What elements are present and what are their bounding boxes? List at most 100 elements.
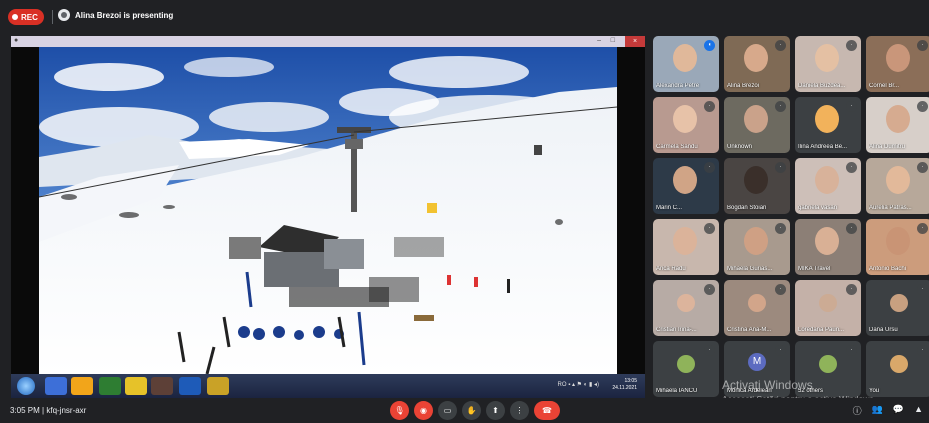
participant-name: Mihaela Gurias... bbox=[727, 266, 773, 272]
rec-label: REC bbox=[21, 12, 38, 22]
chat-icon: 💬 bbox=[892, 404, 905, 414]
more-options-button[interactable]: ⋮ bbox=[510, 401, 529, 420]
mic-muted-icon: · bbox=[917, 223, 928, 234]
participant-name: Ilina Andreea Be... bbox=[798, 144, 848, 150]
participant-tile[interactable]: · Marin C... bbox=[653, 158, 719, 214]
mic-muted-icon: · bbox=[775, 345, 786, 356]
participant-tile[interactable]: · Cornel Br... bbox=[866, 36, 929, 92]
participant-video bbox=[886, 166, 910, 194]
meeting-details[interactable]: 3:05 PM | kfq-jnsr-axr bbox=[10, 406, 86, 415]
shared-window-titlebar: ● – □ × bbox=[11, 36, 645, 47]
microphone-button[interactable]: 🎙 bbox=[390, 401, 409, 420]
presenter-avatar-icon bbox=[58, 9, 70, 21]
participant-tile[interactable]: · Cristina Ana-M... bbox=[724, 280, 790, 336]
leave-call-button[interactable]: ☎ bbox=[534, 401, 560, 420]
participant-name: Alina Dumitru bbox=[869, 144, 906, 150]
participant-grid: ◖ Alexandra Petre · Alina Brezoi · Daniela Bu… bbox=[651, 36, 929, 398]
participant-video bbox=[815, 227, 839, 255]
participant-tile[interactable]: · Loredana Paun... bbox=[795, 280, 861, 336]
participant-tile[interactable]: · Alina Brezoi bbox=[724, 36, 790, 92]
divider-text: | bbox=[42, 406, 45, 415]
mic-muted-icon: · bbox=[917, 284, 928, 295]
chat-button[interactable]: 💬 bbox=[893, 404, 904, 417]
participant-video bbox=[744, 166, 768, 194]
meeting-time: 3:05 PM bbox=[10, 406, 40, 415]
present-button[interactable]: ⬆ bbox=[486, 401, 505, 420]
participant-tile[interactable]: · gabriela vasan bbox=[795, 158, 861, 214]
meet-window: REC Alina Brezoi is presenting ● – □ × R… bbox=[0, 0, 929, 423]
participant-tile[interactable]: · Anca Radu bbox=[653, 219, 719, 275]
participant-name: Alexandra Petre bbox=[656, 83, 700, 89]
participant-tile[interactable]: · Antonio Bachi bbox=[866, 219, 929, 275]
participant-name: Carmela Sandu bbox=[656, 144, 698, 150]
hang-up-icon: ☎ bbox=[542, 406, 552, 415]
participant-video bbox=[673, 44, 697, 72]
clock-date: 24.11.2021 bbox=[612, 385, 637, 391]
camera-button[interactable]: ◉ bbox=[414, 401, 433, 420]
participant-name: Unknown bbox=[727, 144, 753, 150]
participant-tile[interactable]: · Daniela Buzdea... bbox=[795, 36, 861, 92]
participant-name: Aurelia Patras... bbox=[869, 205, 912, 211]
avatar bbox=[890, 355, 908, 373]
mic-muted-icon: · bbox=[846, 162, 857, 173]
call-controls: 🎙 ◉ ▭ ✋ ⬆ ⋮ ☎ bbox=[390, 401, 560, 420]
participant-name: Mihaela IANCU bbox=[656, 388, 698, 394]
participant-tile[interactable]: · Dana Ursu bbox=[866, 280, 929, 336]
mic-muted-icon: · bbox=[917, 101, 928, 112]
participant-tile[interactable]: · Bogdan Stoian bbox=[724, 158, 790, 214]
folder-icon bbox=[151, 377, 173, 395]
participant-name: Bogdan Stoian bbox=[727, 205, 767, 211]
mic-muted-icon: · bbox=[704, 345, 715, 356]
present-icon: ⬆ bbox=[492, 406, 499, 415]
participant-name: Cristian Irina-... bbox=[656, 327, 697, 333]
system-tray-icons: RO ▪ ▴ ⚑ ◐ ▮ ◂) bbox=[558, 381, 599, 388]
avatar bbox=[819, 355, 837, 373]
ski-slope-photo bbox=[39, 47, 617, 374]
mic-muted-icon: · bbox=[917, 345, 928, 356]
participant-tile[interactable]: · Mihaela Gurias... bbox=[724, 219, 790, 275]
participant-name: Antonio Bachi bbox=[869, 266, 907, 272]
shared-screen[interactable]: ● – □ × RO ▪ ▴ ⚑ ◐ ▮ ◂) 13:05 24.11.2021 bbox=[11, 36, 645, 398]
participant-tile[interactable]: · Aurelia Patras... bbox=[866, 158, 929, 214]
bottom-bar: 3:05 PM | kfq-jnsr-axr 🎙 ◉ ▭ ✋ ⬆ ⋮ ☎ ⓘ 👥… bbox=[0, 398, 929, 423]
more-vert-icon: ⋮ bbox=[515, 406, 524, 415]
hand-icon: ✋ bbox=[466, 406, 477, 415]
word-icon bbox=[179, 377, 201, 395]
participant-video bbox=[673, 166, 697, 194]
participant-tile[interactable]: ◖ Alexandra Petre bbox=[653, 36, 719, 92]
meeting-info-button[interactable]: ⓘ bbox=[853, 404, 862, 417]
participant-tile[interactable]: · Ilina Andreea Be... bbox=[795, 97, 861, 153]
avatar bbox=[890, 294, 908, 312]
participant-video bbox=[815, 44, 839, 72]
watermark-title: Activați Windows bbox=[722, 378, 813, 392]
people-icon: 👥 bbox=[871, 404, 883, 414]
mic-muted-icon: · bbox=[917, 40, 928, 51]
side-controls: ⓘ 👥 💬 ▲ bbox=[853, 404, 923, 417]
mic-muted-icon: · bbox=[704, 162, 715, 173]
activities-icon: ▲ bbox=[914, 404, 923, 414]
avatar bbox=[677, 294, 695, 312]
captions-button[interactable]: ▭ bbox=[438, 401, 457, 420]
mic-muted-icon: · bbox=[846, 223, 857, 234]
participant-tile[interactable]: · Unknown bbox=[724, 97, 790, 153]
participant-name: Loredana Paun... bbox=[798, 327, 845, 333]
activities-button[interactable]: ▲ bbox=[914, 404, 923, 417]
people-button[interactable]: 👥 bbox=[872, 404, 883, 417]
participant-tile[interactable]: · Mihaela IANCU bbox=[653, 341, 719, 397]
mic-muted-icon: · bbox=[846, 101, 857, 112]
participant-tile[interactable]: · Cristian Irina-... bbox=[653, 280, 719, 336]
participant-tile[interactable]: · Alina Dumitru bbox=[866, 97, 929, 153]
participant-name: Dana Ursu bbox=[869, 327, 898, 333]
meeting-code: kfq-jnsr-axr bbox=[46, 406, 87, 415]
participant-tile[interactable]: · MIKA Travel bbox=[795, 219, 861, 275]
divider bbox=[52, 10, 53, 24]
presenter-text: Alina Brezoi is presenting bbox=[75, 10, 174, 20]
participant-name: Daniela Buzdea... bbox=[798, 83, 846, 89]
participant-tile[interactable]: · Carmela Sandu bbox=[653, 97, 719, 153]
participant-video bbox=[886, 227, 910, 255]
participant-video bbox=[744, 227, 768, 255]
mic-muted-icon: · bbox=[917, 162, 928, 173]
taskbar-clock: 13:05 24.11.2021 bbox=[612, 378, 637, 392]
letterbox-left bbox=[11, 47, 39, 374]
raise-hand-button[interactable]: ✋ bbox=[462, 401, 481, 420]
